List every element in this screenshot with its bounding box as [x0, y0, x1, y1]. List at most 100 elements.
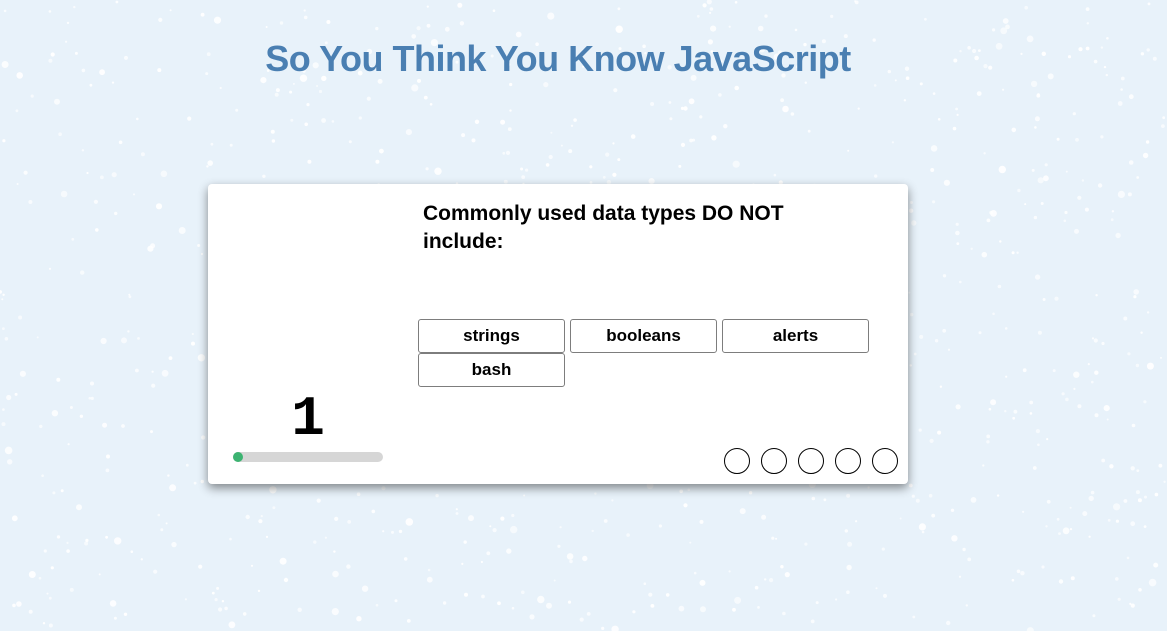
snow-dot: [216, 586, 220, 590]
snow-dot: [42, 622, 46, 625]
answer-button-booleans[interactable]: booleans: [570, 319, 717, 353]
snow-dot: [951, 535, 958, 542]
snow-dot: [326, 20, 331, 24]
snow-dot: [48, 623, 53, 628]
snow-dot: [1016, 251, 1019, 254]
snow-dot: [520, 167, 524, 171]
snow-dot: [1146, 48, 1150, 52]
snow-dot: [16, 183, 19, 185]
snow-dot: [650, 604, 655, 608]
snow-dot: [1152, 56, 1157, 61]
snow-dot: [602, 176, 606, 179]
snow-dot: [88, 396, 92, 400]
snow-dot: [913, 352, 917, 356]
question-text: Commonly used data types DO NOT include:: [423, 202, 784, 253]
snow-dot: [1135, 490, 1140, 495]
snow-dot: [846, 493, 851, 498]
snow-dot: [754, 585, 759, 590]
snow-dot: [748, 491, 753, 495]
snow-dot: [1005, 375, 1008, 378]
snow-dot: [632, 610, 636, 614]
snow-dot: [930, 168, 935, 172]
snow-dot: [1011, 578, 1015, 582]
snow-dot: [1146, 311, 1150, 314]
snow-dot: [375, 159, 380, 164]
snow-dot: [1069, 528, 1073, 531]
snow-dot: [191, 332, 194, 336]
snow-dot: [559, 526, 562, 529]
snow-dot: [970, 497, 977, 503]
snow-dot: [56, 535, 61, 539]
snow-dot: [630, 134, 636, 139]
snow-dot: [123, 612, 128, 616]
snow-dot: [2, 139, 6, 143]
snow-dot: [1084, 207, 1089, 212]
snow-dot: [1054, 296, 1059, 301]
snow-dot: [52, 491, 56, 495]
snow-dot: [835, 598, 838, 601]
snow-dot: [331, 120, 335, 123]
snow-dot: [270, 129, 275, 134]
snow-dot: [1161, 124, 1165, 128]
snow-dot: [80, 270, 85, 275]
snow-dot: [1033, 215, 1038, 220]
snow-dot: [169, 484, 177, 492]
snow-dot: [1117, 101, 1123, 106]
snow-dot: [429, 103, 433, 106]
snow-dot: [1045, 525, 1048, 528]
answer-button-strings[interactable]: strings: [418, 319, 565, 353]
snow-dot: [307, 159, 312, 164]
snow-dot: [1011, 251, 1015, 255]
snow-dot: [416, 26, 421, 31]
snow-dot: [1133, 289, 1139, 295]
snow-dot: [529, 614, 535, 620]
snow-dot: [474, 119, 480, 125]
snow-dot: [0, 290, 2, 294]
snow-dot: [89, 83, 93, 87]
snow-dot: [1085, 7, 1090, 11]
snow-dot: [937, 430, 942, 435]
snow-dot: [303, 15, 308, 20]
snow-dot: [2, 293, 5, 296]
snow-dot: [909, 201, 913, 204]
snow-dot: [928, 493, 933, 498]
snow-dot: [105, 535, 108, 539]
snow-dot: [346, 564, 351, 569]
snow-dot: [547, 12, 555, 20]
snow-dot: [191, 341, 195, 346]
snow-dot: [1140, 331, 1143, 334]
snow-dot: [784, 572, 790, 578]
snow-dot: [1133, 295, 1137, 299]
snow-dot: [455, 508, 458, 511]
snow-dot: [699, 579, 706, 586]
snow-dot: [426, 576, 433, 583]
snow-dot: [468, 515, 474, 522]
snow-dot: [361, 585, 369, 592]
snow-dot: [687, 488, 691, 492]
snow-dot: [823, 498, 827, 502]
snow-dot: [434, 167, 442, 175]
snow-dot: [830, 14, 834, 18]
snow-dot: [617, 7, 621, 11]
snow-dot: [615, 25, 623, 33]
snow-dot: [398, 529, 403, 534]
snow-dot: [1092, 614, 1096, 618]
snow-dot: [956, 242, 960, 246]
snow-dot: [1107, 518, 1111, 522]
quiz-card: Commonly used data types DO NOT include:…: [208, 184, 908, 484]
snow-dot: [683, 106, 688, 111]
snow-dot: [505, 150, 511, 155]
snow-dot: [1120, 76, 1125, 81]
snow-dot: [206, 165, 209, 168]
snow-dot: [480, 560, 483, 564]
snow-dot: [1020, 571, 1025, 576]
snow-dot: [1037, 93, 1040, 96]
answer-button-bash[interactable]: bash: [418, 353, 565, 387]
snow-dot: [3, 9, 7, 13]
snow-dot: [1109, 464, 1114, 469]
snow-dot: [41, 474, 44, 478]
snow-dot: [854, 0, 859, 5]
snow-dot: [1075, 137, 1079, 142]
snow-dot: [1154, 492, 1159, 497]
answer-button-alerts[interactable]: alerts: [722, 319, 869, 353]
